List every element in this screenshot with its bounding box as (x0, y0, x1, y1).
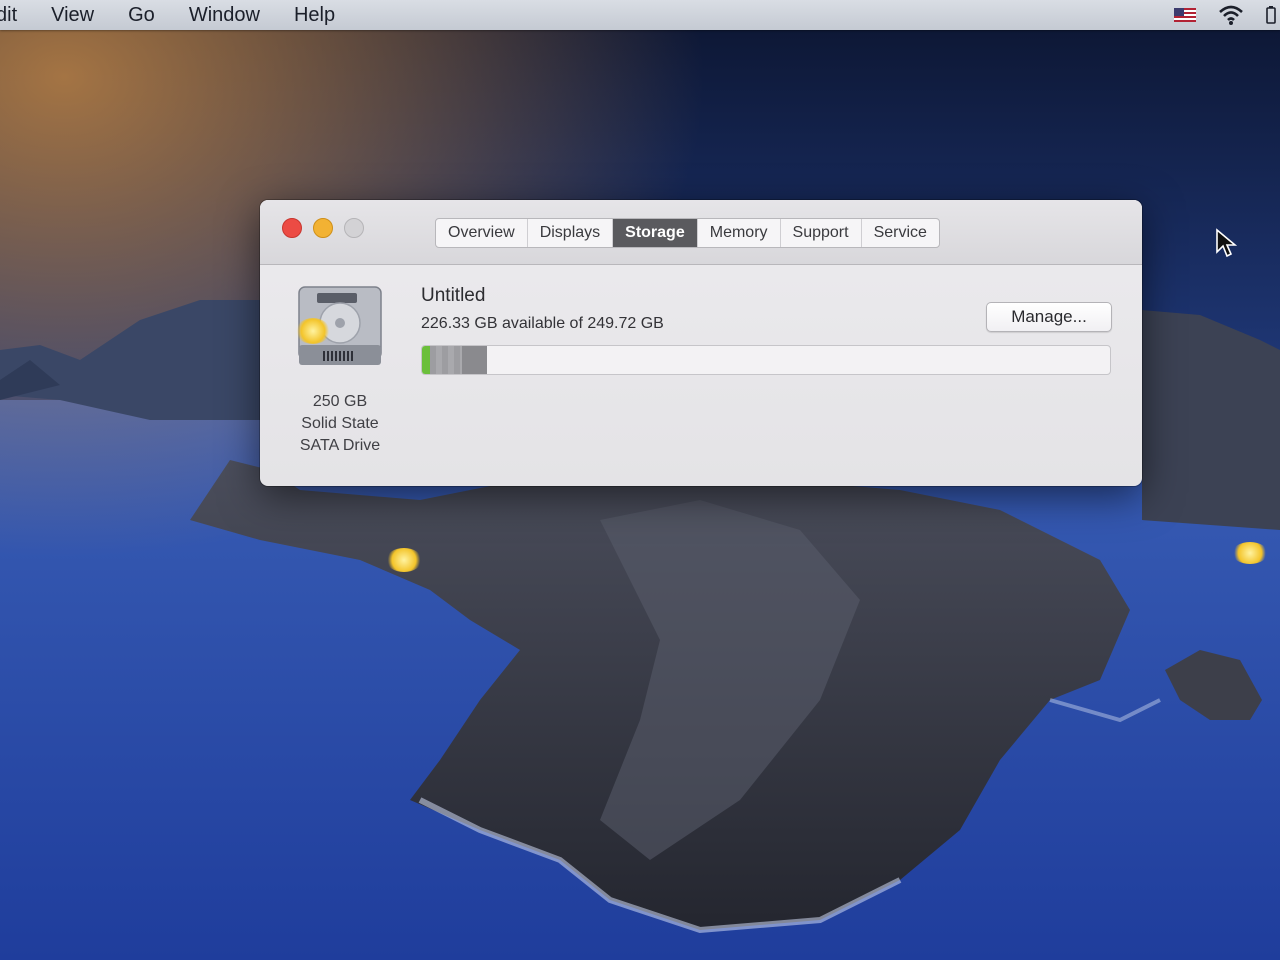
minimize-button[interactable] (313, 218, 333, 238)
us-flag-icon[interactable] (1174, 8, 1196, 22)
menu-window[interactable]: Window (189, 1, 260, 29)
drive-type-line2: SATA Drive (299, 437, 381, 454)
tab-displays[interactable]: Displays (528, 219, 614, 247)
tab-storage[interactable]: Storage (613, 219, 698, 247)
battery-icon[interactable] (1266, 6, 1276, 24)
glare-spot (296, 318, 330, 344)
manage-button[interactable]: Manage... (986, 302, 1112, 332)
tab-bar: Overview Displays Storage Memory Support… (435, 218, 940, 248)
tab-overview[interactable]: Overview (436, 219, 528, 247)
tab-service[interactable]: Service (862, 219, 939, 247)
menu-go[interactable]: Go (128, 1, 155, 29)
storage-pane: 250 GB Solid State SATA Drive Untitled 2… (260, 265, 1142, 486)
tab-support[interactable]: Support (781, 219, 862, 247)
volume-name: Untitled (421, 285, 486, 306)
menu-edit[interactable]: dit (0, 1, 17, 29)
drive-description: 250 GB Solid State SATA Drive (270, 391, 410, 457)
glare-spot (1232, 542, 1268, 564)
menu-help[interactable]: Help (294, 1, 335, 29)
window-titlebar[interactable]: Overview Displays Storage Memory Support… (260, 200, 1142, 265)
drive-type-line1: Solid State (301, 415, 379, 432)
volume-available-text: 226.33 GB available of 249.72 GB (421, 315, 664, 332)
glare-spot (386, 548, 422, 572)
wifi-icon[interactable] (1218, 4, 1244, 26)
menu-bar: dit View Go Window Help (0, 0, 1280, 30)
usage-segment-other[interactable] (430, 346, 462, 374)
zoom-button (344, 218, 364, 238)
usage-segment-apps[interactable] (422, 346, 431, 374)
menu-view[interactable]: View (51, 1, 94, 29)
drive-capacity: 250 GB (312, 393, 368, 410)
tab-memory[interactable]: Memory (698, 219, 781, 247)
close-button[interactable] (282, 218, 302, 238)
usage-segment-system[interactable] (461, 346, 487, 374)
status-area (1174, 0, 1280, 30)
mouse-cursor-icon (1216, 228, 1237, 258)
about-this-mac-window: Overview Displays Storage Memory Support… (260, 200, 1142, 486)
storage-usage-bar[interactable] (421, 345, 1111, 375)
